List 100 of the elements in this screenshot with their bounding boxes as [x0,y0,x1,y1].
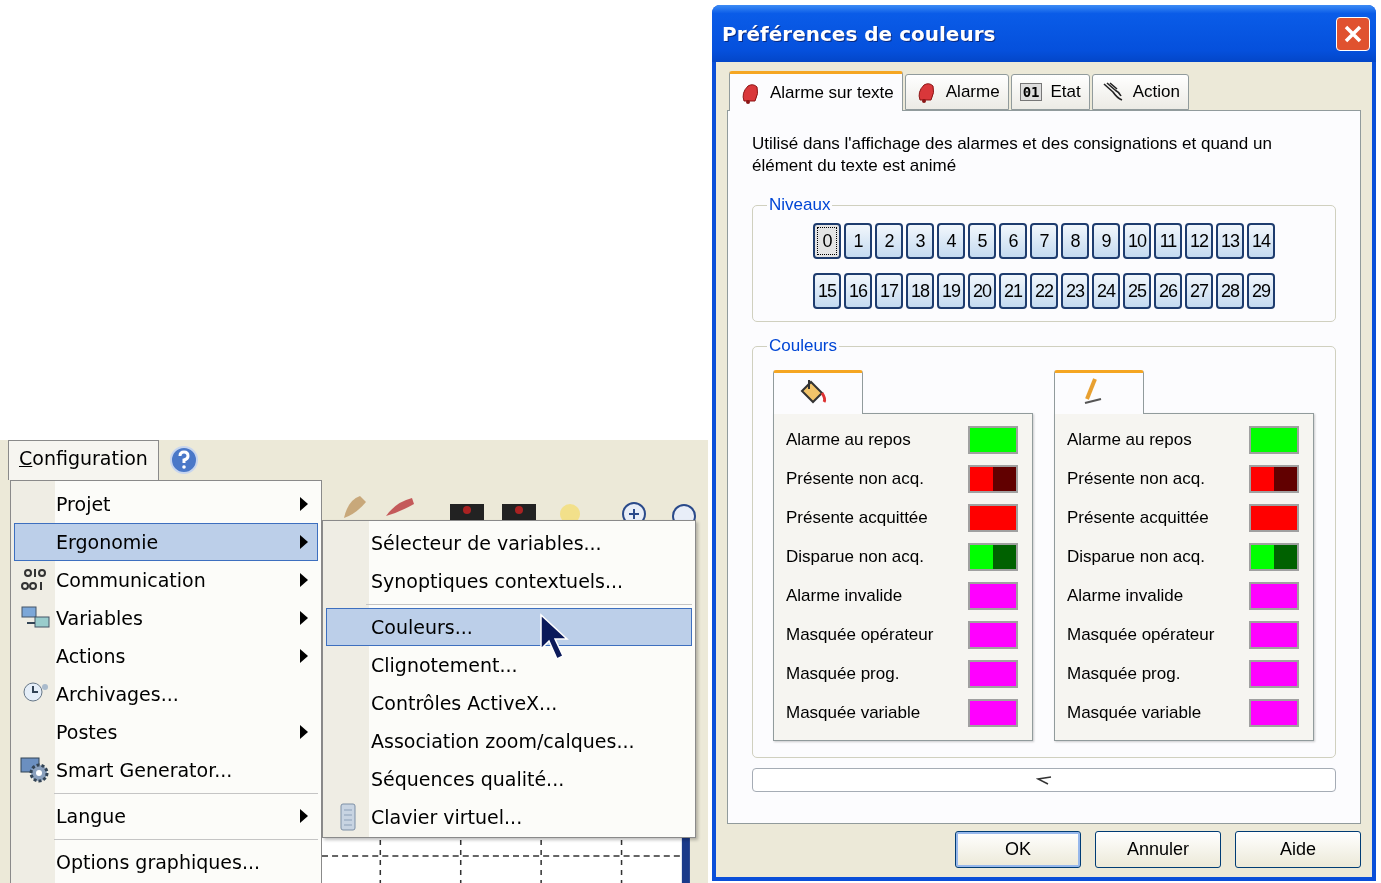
level-button[interactable]: 17 [875,273,903,309]
color-label: Disparue non acq. [1067,546,1205,567]
color-swatch[interactable] [1249,503,1299,532]
tab-label: Etat [1050,82,1081,102]
level-button[interactable]: 15 [813,273,841,309]
menu-item[interactable]: Communication [14,561,318,599]
level-button[interactable]: 9 [1092,223,1120,259]
color-label: Masquée prog. [1067,663,1181,684]
level-button[interactable]: 8 [1061,223,1089,259]
tab[interactable]: Alarme sur texte [729,71,903,111]
level-button[interactable]: 27 [1185,273,1213,309]
level-button[interactable]: 11 [1154,223,1182,259]
menu-item[interactable]: Options graphiques... [14,843,318,881]
tab-label: Alarme sur texte [770,82,894,103]
color-label: Masquée variable [786,702,921,723]
color-swatch[interactable] [1249,698,1299,727]
color-swatch[interactable] [1249,620,1299,649]
submenu-item[interactable]: Synoptiques contextuels... [326,562,692,600]
level-button[interactable]: 13 [1216,223,1244,259]
color-label: Masquée opérateur [786,624,934,645]
submenu-item[interactable]: Sélecteur de variables... [326,524,692,562]
left-chevron-icon [1036,775,1052,785]
color-swatch[interactable] [1249,659,1299,688]
dialog-button[interactable]: OK [955,831,1081,868]
color-swatch[interactable] [1249,581,1299,610]
dialog-button[interactable]: Aide [1235,831,1361,868]
color-panel-tab[interactable] [773,370,863,414]
color-swatch[interactable] [1249,425,1299,454]
level-button[interactable]: 12 [1185,223,1213,259]
level-button[interactable]: 10 [1123,223,1151,259]
close-icon [1343,23,1363,44]
color-swatch[interactable] [968,425,1018,454]
color-swatch[interactable] [968,659,1018,688]
level-button[interactable]: 21 [999,273,1027,309]
color-swatch[interactable] [968,698,1018,727]
level-button[interactable]: 24 [1092,273,1120,309]
color-swatch[interactable] [968,464,1018,493]
color-label: Masquée prog. [786,663,900,684]
level-button[interactable]: 18 [906,273,934,309]
level-button[interactable]: 23 [1061,273,1089,309]
color-swatch[interactable] [1249,542,1299,571]
color-label: Alarme au repos [786,429,911,450]
color-label: Alarme invalide [1067,585,1184,606]
menu-item[interactable]: Postes [14,713,318,751]
submenu-item[interactable]: Contrôles ActiveX... [326,684,692,722]
group-title: Niveaux [768,195,832,215]
menu-item[interactable]: Smart Generator... [14,751,318,789]
scroll-field[interactable] [752,768,1336,792]
help-icon[interactable] [168,445,199,475]
level-button[interactable]: 22 [1030,273,1058,309]
level-button[interactable]: 2 [875,223,903,259]
color-swatch[interactable] [968,542,1018,571]
level-button[interactable]: 7 [1030,223,1058,259]
color-label: Présente non acq. [786,468,924,489]
submenu-item[interactable]: Séquences qualité... [326,760,692,798]
dialog-button[interactable]: Annuler [1095,831,1221,868]
level-button[interactable]: 16 [844,273,872,309]
level-button[interactable]: 3 [906,223,934,259]
menu-item[interactable]: Projet [14,485,318,523]
color-swatch[interactable] [968,503,1018,532]
color-label: Alarme au repos [1067,429,1192,450]
level-button[interactable]: 5 [968,223,996,259]
tab[interactable]: Alarme [904,74,1009,110]
submenu-item[interactable]: Clavier virtuel... [326,798,692,836]
level-button[interactable]: 1 [844,223,872,259]
color-label: Présente acquittée [1067,507,1209,528]
color-panel-tab[interactable] [1054,370,1144,414]
level-button[interactable]: 25 [1123,273,1151,309]
level-button[interactable]: 29 [1247,273,1275,309]
binary-badge-icon: 01 [1019,83,1043,101]
level-button[interactable]: 26 [1154,273,1182,309]
tab[interactable]: Action [1091,74,1189,110]
description-text: Utilisé dans l'affichage des alarmes et des consignations et quand un élément du texte est animé [752,133,1273,177]
tab[interactable]: 01 Etat [1010,74,1090,110]
level-button[interactable]: 0 [813,223,841,259]
level-button[interactable]: 4 [937,223,965,259]
menu-title[interactable]: Configuration [8,440,159,480]
color-swatch[interactable] [968,620,1018,649]
menu-item[interactable]: Ergonomie [14,523,318,561]
close-button[interactable] [1336,16,1370,51]
submenu-item[interactable]: Association zoom/calques... [326,722,692,760]
submenu-item[interactable]: Clignotement... [326,646,692,684]
color-label: Présente acquittée [786,507,928,528]
level-button[interactable]: 28 [1216,273,1244,309]
level-button[interactable]: 20 [968,273,996,309]
menu-item[interactable]: Variables [14,599,318,637]
color-label: Masquée opérateur [1067,624,1215,645]
level-button[interactable]: 14 [1247,223,1275,259]
menu-item[interactable]: Langue [14,797,318,835]
level-button[interactable]: 6 [999,223,1027,259]
tab-label: Alarme [945,82,1000,102]
level-button[interactable]: 19 [937,273,965,309]
color-swatch[interactable] [1249,464,1299,493]
menu-item[interactable]: Archivages... [14,675,318,713]
color-label: Masquée variable [1067,702,1202,723]
menu-item[interactable]: Actions [14,637,318,675]
color-label: Disparue non acq. [786,546,924,567]
color-swatch[interactable] [968,581,1018,610]
group-title: Couleurs [768,336,839,356]
tab-label: Action [1132,82,1180,102]
